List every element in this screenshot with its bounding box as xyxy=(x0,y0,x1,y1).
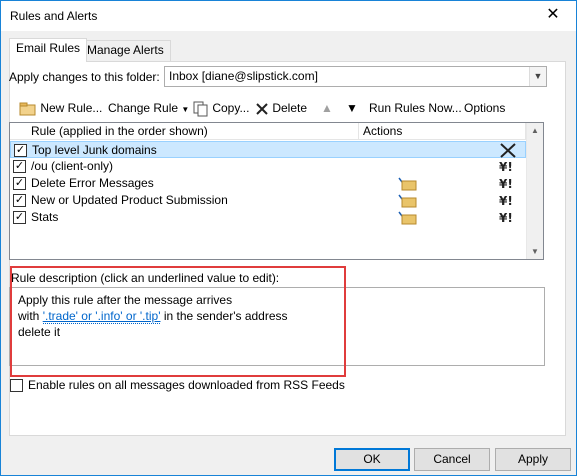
rules-list[interactable]: Rule (applied in the order shown) Action… xyxy=(9,122,544,260)
column-header-actions[interactable]: Actions xyxy=(363,124,402,138)
delete-x-icon xyxy=(500,143,516,158)
move-up-icon[interactable]: ▲ xyxy=(321,98,333,118)
change-rule-label: Change Rule xyxy=(108,101,179,115)
rule-row[interactable]: ✓ Top level Junk domains xyxy=(10,141,526,158)
rule-enabled-checkbox[interactable]: ✓ xyxy=(13,160,26,173)
column-separator xyxy=(358,123,359,140)
delete-x-icon xyxy=(256,103,268,115)
exception-icon: ¥! xyxy=(499,177,513,191)
move-to-folder-icon xyxy=(398,177,417,191)
chevron-down-icon[interactable]: ▼ xyxy=(529,67,546,86)
dialog-body: Email Rules Manage Alerts Apply changes … xyxy=(1,31,576,475)
move-to-folder-icon xyxy=(398,211,417,225)
folder-dropdown[interactable]: Inbox [diane@slipstick.com] ▼ xyxy=(164,66,547,87)
tab-manage-alerts[interactable]: Manage Alerts xyxy=(80,40,171,61)
scroll-up-icon[interactable]: ▲ xyxy=(527,126,543,135)
rss-rules-checkbox[interactable] xyxy=(10,379,23,392)
copy-label: Copy... xyxy=(212,101,250,115)
rule-name: /ou (client-only) xyxy=(31,159,114,173)
rule-enabled-checkbox[interactable]: ✓ xyxy=(13,194,26,207)
options-button[interactable]: Options xyxy=(464,98,505,118)
rule-name: Delete Error Messages xyxy=(31,176,154,190)
rule-name: New or Updated Product Submission xyxy=(31,193,228,207)
new-rule-label: New Rule... xyxy=(40,101,103,115)
move-to-folder-icon xyxy=(398,194,417,208)
cancel-button[interactable]: Cancel xyxy=(414,448,490,471)
delete-label: Delete xyxy=(272,101,308,115)
rule-enabled-checkbox[interactable]: ✓ xyxy=(13,211,26,224)
change-rule-button[interactable]: Change Rule ▼ xyxy=(108,98,189,118)
rule-row[interactable]: ✓ Stats ¥! xyxy=(10,209,526,226)
rules-toolbar: New Rule... Change Rule ▼ Copy... Delete… xyxy=(9,96,549,120)
run-rules-now-button[interactable]: Run Rules Now... xyxy=(369,98,462,118)
dropdown-caret-icon: ▼ xyxy=(181,105,190,114)
copy-icon xyxy=(193,101,208,117)
move-down-icon[interactable]: ▼ xyxy=(346,98,358,118)
highlight-annotation-box xyxy=(10,266,346,377)
new-rule-icon xyxy=(19,102,36,116)
rule-name: Stats xyxy=(31,210,59,224)
exception-icon: ¥! xyxy=(499,211,513,225)
ok-button[interactable]: OK xyxy=(334,448,410,471)
svg-text:¥!: ¥! xyxy=(499,160,513,174)
rule-row[interactable]: ✓ New or Updated Product Submission ¥! xyxy=(10,192,526,209)
window-title: Rules and Alerts xyxy=(10,9,98,23)
new-rule-button[interactable]: New Rule... xyxy=(19,98,102,118)
svg-text:¥!: ¥! xyxy=(499,211,513,225)
run-rules-now-label: Run Rules Now... xyxy=(369,101,462,115)
options-label: Options xyxy=(464,101,506,115)
rss-rules-label[interactable]: Enable rules on all messages downloaded … xyxy=(28,378,345,392)
rule-name: Top level Junk domains xyxy=(32,143,157,157)
folder-dropdown-value: Inbox [diane@slipstick.com] xyxy=(169,69,318,83)
column-header-rule[interactable]: Rule (applied in the order shown) xyxy=(31,124,208,138)
rule-enabled-checkbox[interactable]: ✓ xyxy=(13,177,26,190)
rule-row[interactable]: ✓ Delete Error Messages ¥! xyxy=(10,175,526,192)
tab-email-rules[interactable]: Email Rules xyxy=(9,38,88,62)
rules-list-scrollbar[interactable]: ▲ ▼ xyxy=(526,123,543,259)
title-bar: Rules and Alerts ✕ xyxy=(1,1,576,31)
apply-button[interactable]: Apply xyxy=(495,448,571,471)
scroll-down-icon[interactable]: ▼ xyxy=(527,247,543,256)
close-icon[interactable]: ✕ xyxy=(530,1,576,31)
exception-icon: ¥! xyxy=(499,194,513,208)
svg-text:¥!: ¥! xyxy=(499,177,513,191)
list-header: Rule (applied in the order shown) Action… xyxy=(10,123,526,140)
svg-text:¥!: ¥! xyxy=(499,194,513,208)
delete-button[interactable]: Delete xyxy=(255,98,307,118)
rule-enabled-checkbox[interactable]: ✓ xyxy=(14,144,27,157)
rule-row[interactable]: ✓ /ou (client-only) ¥! xyxy=(10,158,526,175)
rules-and-alerts-window: Rules and Alerts ✕ Email Rules Manage Al… xyxy=(0,0,577,476)
folder-label: Apply changes to this folder: xyxy=(9,70,160,84)
exception-icon: ¥! xyxy=(499,160,513,174)
copy-button[interactable]: Copy... xyxy=(193,98,249,118)
